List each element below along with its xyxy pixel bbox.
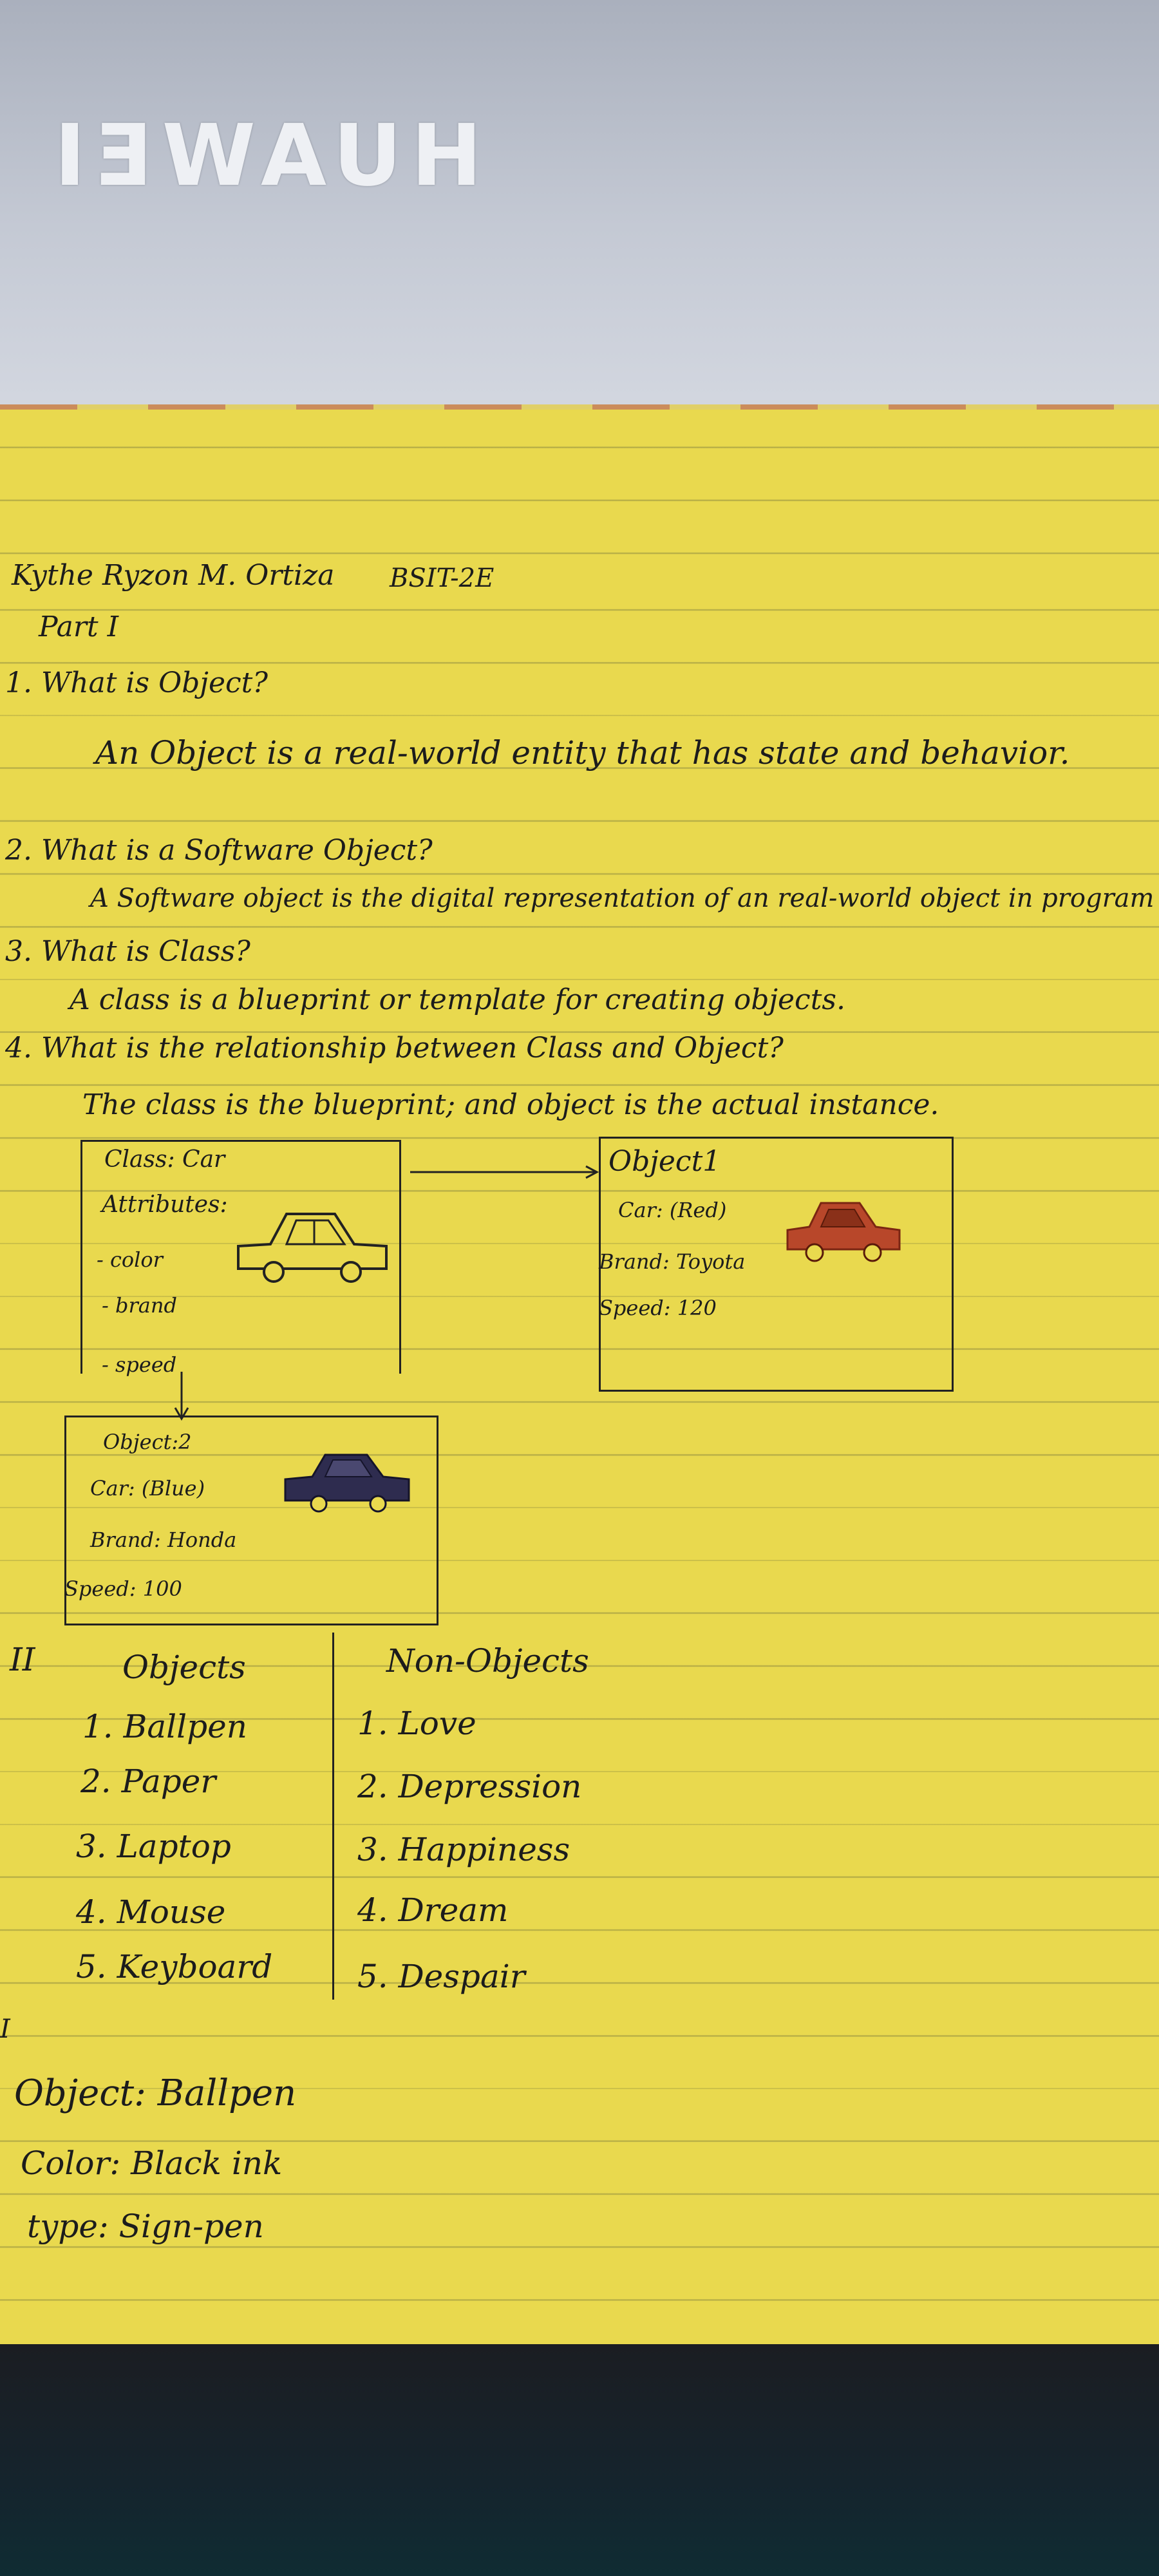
column-divider	[332, 1633, 334, 2000]
student-section: BSIT-2E	[390, 564, 495, 593]
objects-item-5: 5. Keyboard	[76, 1948, 273, 1985]
non-objects-header: Non-Objects	[386, 1642, 589, 1680]
question-1: 1. What is Object?	[5, 667, 268, 699]
ballpen-type: type: Sign-pen	[27, 2208, 264, 2245]
non-objects-item-2: 2. Depression	[357, 1768, 582, 1805]
answer-2: A Software object is the digital represe…	[90, 884, 1154, 913]
student-name: Kythe Ryzon M. Ortiza	[12, 559, 335, 592]
attribute-color: - color	[97, 1247, 163, 1272]
huawei-logo-reflection: HUAWEI	[45, 106, 482, 205]
object2-car: Car: (Blue)	[90, 1476, 205, 1501]
object1-brand: Brand: Toyota	[599, 1249, 746, 1274]
class-title: Class: Car	[104, 1146, 225, 1173]
attribute-speed: - speed	[102, 1352, 177, 1377]
background-wall	[0, 0, 1159, 412]
non-objects-item-5: 5. Despair	[357, 1958, 525, 1995]
part-two-heading: II	[10, 1641, 35, 1678]
part-one-heading: Part I	[39, 611, 118, 643]
non-objects-item-4: 4. Dream	[357, 1891, 509, 1929]
question-3: 3. What is Class?	[5, 935, 250, 968]
ballpen-color: Color: Black ink	[21, 2145, 283, 2182]
non-objects-item-1: 1. Love	[357, 1705, 476, 1742]
objects-item-4: 4. Mouse	[76, 1893, 226, 1931]
blue-car-icon	[284, 1454, 410, 1513]
question-4: 4. What is the relationship between Clas…	[5, 1032, 784, 1065]
objects-header: Objects	[122, 1649, 246, 1686]
ballpen-object: Object: Ballpen	[14, 2072, 297, 2114]
objects-item-2: 2. Paper	[80, 1763, 216, 1800]
object1-car: Car: (Red)	[618, 1198, 727, 1222]
car-outline-icon	[237, 1213, 388, 1283]
object2-brand: Brand: Honda	[90, 1528, 237, 1552]
objects-item-1: 1. Ballpen	[82, 1708, 247, 1745]
non-objects-item-3: 3. Happiness	[357, 1831, 570, 1868]
attribute-brand: - brand	[102, 1293, 177, 1318]
question-2: 2. What is a Software Object?	[5, 834, 433, 867]
object1-title: Object1	[608, 1145, 721, 1178]
object1-speed: Speed: 120	[599, 1296, 717, 1320]
object2-speed: Speed: 100	[64, 1577, 182, 1601]
red-car-icon	[786, 1202, 901, 1262]
arrow-right-icon	[410, 1165, 599, 1179]
answer-4: The class is the blueprint; and object i…	[82, 1088, 939, 1121]
objects-item-3: 3. Laptop	[76, 1828, 231, 1865]
part-three-heading: I	[0, 2014, 10, 2044]
arrow-down-icon	[174, 1372, 189, 1421]
answer-1: An Object is a real-world entity that ha…	[95, 734, 1070, 772]
object2-title: Object:2	[103, 1430, 192, 1454]
answer-3: A class is a blueprint or template for c…	[70, 983, 845, 1016]
attributes-label: Attributes:	[102, 1191, 228, 1218]
background-floor	[0, 2344, 1159, 2576]
